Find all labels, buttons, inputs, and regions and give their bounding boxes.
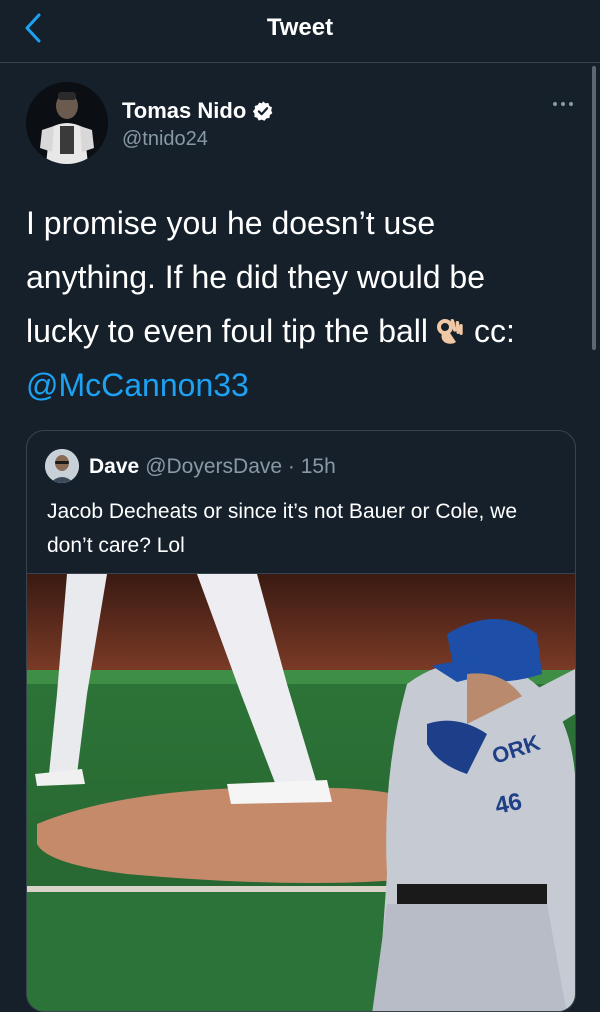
quoted-tweet-text: Jacob Decheats or since it’s not Bauer o… <box>47 500 518 557</box>
svg-text:46: 46 <box>493 788 525 820</box>
tweet-text-line: anything. If he did they would be <box>26 259 485 295</box>
tweet-text-line: lucky to even foul tip the ball cc: <box>26 304 566 358</box>
quoted-author-avatar[interactable] <box>45 449 79 483</box>
quoted-tweet-header: Dave @DoyersDave · 15h <box>89 455 336 479</box>
top-nav-bar: Tweet <box>0 0 600 63</box>
scrollbar[interactable] <box>592 66 596 350</box>
quoted-tweet-video[interactable]: ORK 46 <box>27 573 575 1011</box>
quoted-author-name[interactable]: Dave <box>89 455 139 478</box>
author-name-text: Tomas Nido <box>122 98 247 123</box>
quoted-author-handle[interactable]: @DoyersDave <box>145 455 282 478</box>
tweet-text: I promise you he doesn’t use anything. I… <box>26 196 566 412</box>
separator-dot: · <box>287 455 295 478</box>
author-name[interactable]: Tomas Nido <box>122 98 274 124</box>
author-handle[interactable]: @tnido24 <box>122 128 208 151</box>
tweet-text-segment: cc: <box>474 313 515 349</box>
tweet-text-line: I promise you he doesn’t use <box>26 205 436 241</box>
more-options-button[interactable] <box>548 92 578 116</box>
author-avatar[interactable] <box>26 82 108 164</box>
avatar-image <box>26 82 108 164</box>
mention-link[interactable]: @McCannon33 <box>26 358 566 412</box>
quoted-tweet-card[interactable]: Dave @DoyersDave · 15h Jacob Decheats or … <box>26 430 576 1012</box>
ok-hand-emoji-icon <box>437 318 463 344</box>
video-frame-image: ORK 46 <box>27 574 575 1011</box>
quoted-avatar-image <box>45 449 79 483</box>
quoted-tweet-time: 15h <box>300 455 336 478</box>
more-horizontal-icon <box>553 102 573 106</box>
page-title: Tweet <box>266 14 334 41</box>
tweet-text-segment: lucky to even foul tip the ball <box>26 313 429 349</box>
verified-badge-icon <box>253 101 273 121</box>
